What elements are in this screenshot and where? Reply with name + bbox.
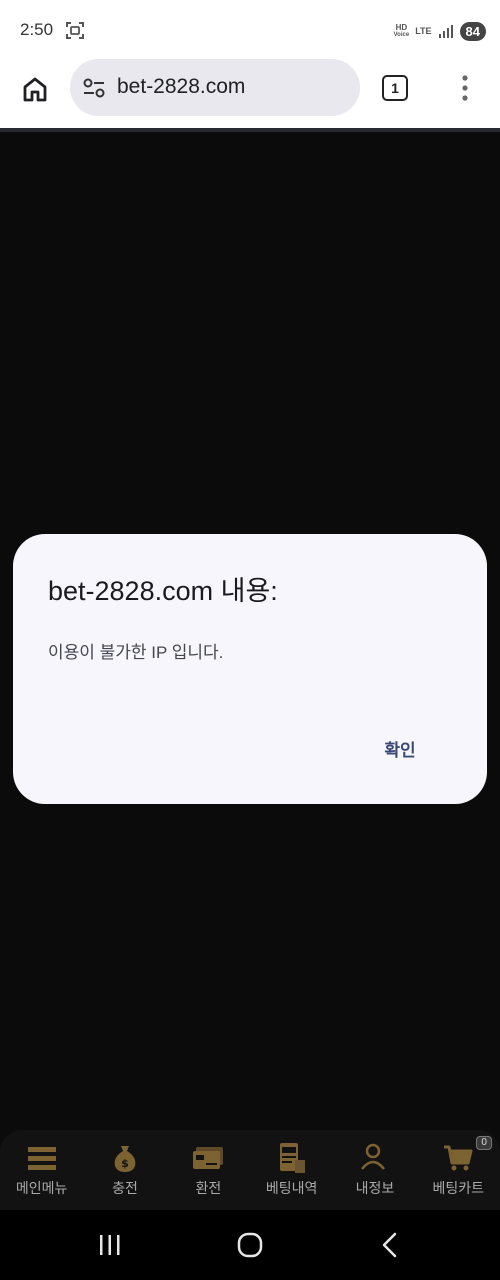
- home-circle-icon[interactable]: [235, 1230, 265, 1260]
- alert-dialog: bet-2828.com 내용: 이용이 불가한 IP 입니다. 확인: [13, 534, 487, 804]
- menu-icon: [27, 1147, 56, 1170]
- overflow-menu-icon[interactable]: [455, 73, 475, 103]
- ok-button[interactable]: 확인: [365, 730, 435, 766]
- nav-item-deposit[interactable]: $ 충전: [83, 1130, 166, 1210]
- nav-item-bet-cart[interactable]: 베팅카트 0: [417, 1130, 500, 1210]
- dialog-title: bet-2828.com 내용:: [48, 576, 278, 606]
- system-navigation-bar: [0, 1210, 500, 1280]
- svg-text:$: $: [121, 1157, 129, 1170]
- card-icon: [193, 1147, 224, 1169]
- nav-label: 충전: [112, 1181, 138, 1197]
- site-bottom-nav: 메인메뉴 $ 충전 환전 베팅내역 내정보 베팅카트 0: [0, 1130, 500, 1210]
- my-info-icon: [360, 1143, 385, 1170]
- address-bar[interactable]: bet-2828.com: [70, 59, 360, 116]
- browser-toolbar: bet-2828.com 1: [0, 58, 500, 128]
- bet-history-icon: [279, 1143, 305, 1173]
- status-icons: HD Voice LTE 84: [394, 20, 486, 42]
- nav-item-my-info[interactable]: 내정보: [333, 1130, 416, 1210]
- nav-item-bet-history[interactable]: 베팅내역: [250, 1130, 333, 1210]
- battery-icon: 84: [459, 21, 486, 41]
- money-bag-icon: $: [114, 1146, 136, 1172]
- url-text[interactable]: bet-2828.com: [117, 75, 245, 99]
- site-settings-icon[interactable]: [82, 76, 106, 100]
- signal-icon: [438, 25, 453, 38]
- status-time: 2:50: [20, 20, 54, 39]
- nav-label: 메인메뉴: [15, 1181, 68, 1197]
- nav-label: 베팅내역: [265, 1181, 318, 1197]
- nav-item-main-menu[interactable]: 메인메뉴: [0, 1130, 83, 1210]
- cart-count-badge: 0: [476, 1136, 492, 1150]
- home-icon: [23, 77, 47, 102]
- nav-label: 환전: [195, 1181, 222, 1197]
- status-bar: 2:50 HD Voice LTE 84: [0, 0, 500, 58]
- dialog-message: 이용이 불가한 IP 입니다.: [48, 643, 224, 662]
- back-icon[interactable]: [375, 1230, 405, 1260]
- cart-icon: [444, 1145, 473, 1171]
- home-button[interactable]: [18, 72, 52, 106]
- hd-voice-icon: HD Voice: [393, 22, 410, 38]
- recent-apps-icon[interactable]: [95, 1230, 125, 1260]
- nav-label: 내정보: [355, 1181, 395, 1197]
- tabs-icon[interactable]: 1: [382, 75, 408, 101]
- nav-label: 베팅카트: [432, 1181, 485, 1197]
- nav-item-withdraw[interactable]: 환전: [167, 1130, 250, 1210]
- toolbar-divider: [0, 128, 500, 132]
- lte-icon: LTE: [415, 25, 432, 36]
- screen-capture-icon: [66, 22, 84, 39]
